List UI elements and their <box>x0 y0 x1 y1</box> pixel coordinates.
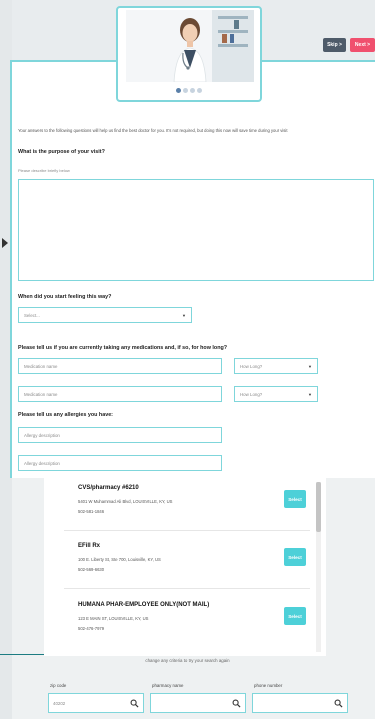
select-pharmacy-button[interactable]: Select <box>284 548 306 566</box>
allergy-placeholder: Allergy description <box>24 460 60 466</box>
skip-button[interactable]: Skip > <box>323 38 346 52</box>
pharmacy-name: HUMANA PHAR-EMPLOYEE ONLY(NOT MAIL) <box>78 602 210 608</box>
medication-duration-placeholder: How Long? <box>240 391 263 397</box>
next-button[interactable]: Next > <box>350 38 375 52</box>
scrollbar-thumb[interactable] <box>316 482 321 532</box>
change-criteria-message: change any criteria to try your search a… <box>145 658 230 663</box>
zip-code-value: 40202 <box>53 700 66 706</box>
magnifier-icon[interactable] <box>130 699 139 708</box>
pharmacy-phone: 502-581-1846 <box>78 509 105 514</box>
select-pharmacy-button[interactable]: Select <box>284 607 306 625</box>
pharmacy-name-input[interactable] <box>150 693 246 713</box>
caret-down-icon: ▼ <box>182 313 186 318</box>
medications-question: Please tell us if you are currently taki… <box>18 345 228 351</box>
medication-duration-select[interactable]: How Long? ▼ <box>234 358 318 374</box>
phone-number-label: phone number <box>254 683 283 688</box>
list-item: EFill Rx 100 E. Liberty St, Ste 700, Lou… <box>64 534 310 589</box>
medication-duration-select[interactable]: How Long? ▼ <box>234 386 318 402</box>
allergy-placeholder: Allergy description <box>24 432 60 438</box>
magnifier-icon[interactable] <box>232 699 241 708</box>
carousel-dot[interactable] <box>183 88 188 93</box>
list-item: CVS/pharmacy #6210 5401 W Muhammad Ali B… <box>64 476 310 531</box>
scrollbar[interactable] <box>316 482 321 652</box>
allergy-input[interactable]: Allergy description <box>18 427 222 443</box>
magnifier-icon[interactable] <box>334 699 343 708</box>
pharmacy-address: 100 E. Liberty St, Ste 700, Louisville, … <box>78 557 161 562</box>
intro-text: Your answers to the following questions … <box>18 128 288 133</box>
pharmacy-phone: 502-476-7979 <box>78 626 105 631</box>
select-pharmacy-button[interactable]: Select <box>284 490 306 508</box>
doctor-photo <box>126 10 254 82</box>
purpose-textarea[interactable] <box>18 179 374 281</box>
purpose-question: What is the purpose of your visit? <box>18 149 105 155</box>
pharmacy-address: 5401 W Muhammad Ali Blvd, LOUISVILLE, KY… <box>78 499 173 504</box>
medication-name-input[interactable]: Medication name <box>18 386 222 402</box>
medication-name-placeholder: Medication name <box>24 363 58 369</box>
phone-number-input[interactable] <box>252 693 348 713</box>
carousel-dots[interactable] <box>118 88 260 95</box>
carousel-dot[interactable] <box>197 88 202 93</box>
zip-code-label: zip code <box>50 683 67 688</box>
purpose-hint: Please describe briefly below <box>18 168 70 173</box>
visit-form-panel: Your answers to the following questions … <box>10 60 375 478</box>
start-select-value: Select... <box>24 312 40 318</box>
doctor-card <box>116 6 262 102</box>
list-item: HUMANA PHAR-EMPLOYEE ONLY(NOT MAIL) 123 … <box>64 593 310 648</box>
zip-code-input[interactable]: 40202 <box>48 693 144 713</box>
pharmacy-phone: 502-569-6630 <box>78 567 105 572</box>
allergy-input[interactable]: Allergy description <box>18 455 222 471</box>
allergies-question: Please tell us any allergies you have: <box>18 412 113 418</box>
start-select[interactable]: Select... ▼ <box>18 307 192 323</box>
caret-down-icon: ▼ <box>308 364 312 369</box>
medication-name-input[interactable]: Medication name <box>18 358 222 374</box>
pharmacy-name: CVS/pharmacy #6210 <box>78 485 139 491</box>
pharmacy-name: EFill Rx <box>78 543 101 549</box>
carousel-dot[interactable] <box>190 88 195 93</box>
pharmacy-address: 123 E MAIN ST, LOUISVILLE, KY, US <box>78 616 149 621</box>
triangle-right-icon[interactable] <box>2 238 8 248</box>
start-question: When did you start feeling this way? <box>18 294 112 300</box>
caret-down-icon: ▼ <box>308 392 312 397</box>
medication-name-placeholder: Medication name <box>24 391 58 397</box>
divider <box>0 654 44 655</box>
pharmacy-results-list[interactable]: CVS/pharmacy #6210 5401 W Muhammad Ali B… <box>44 476 326 656</box>
carousel-dot-active[interactable] <box>176 88 181 93</box>
pharmacy-name-label: pharmacy name <box>152 683 184 688</box>
medication-duration-placeholder: How Long? <box>240 363 263 369</box>
